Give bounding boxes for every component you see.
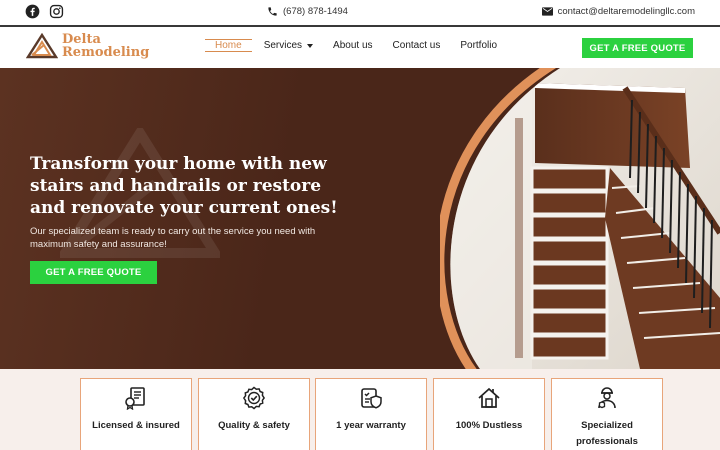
hero-subtitle: Our specialized team is ready to carry o… <box>30 226 316 250</box>
facebook-icon[interactable] <box>25 4 40 19</box>
instagram-icon[interactable] <box>49 4 64 19</box>
feature-card-warranty: 1 year warranty <box>315 378 427 450</box>
hero-title: Transform your home with new stairs and … <box>30 154 338 218</box>
nav-item-about-us[interactable]: About us <box>333 40 372 51</box>
dustless-house-icon <box>478 387 500 408</box>
phone-icon <box>268 7 277 16</box>
nav-quote-button[interactable]: GET A FREE QUOTE <box>582 38 693 58</box>
warranty-shield-icon <box>361 388 382 409</box>
email-address[interactable]: contact@deltaremodelingllc.com <box>558 6 695 17</box>
feature-label: Licensed & insured <box>92 420 180 431</box>
feature-card-professionals: Specialized professionals <box>551 378 663 450</box>
nav-item-label: Contact us <box>392 40 441 51</box>
logo-line-2: Remodeling <box>62 45 150 60</box>
nav-item-contact-us[interactable]: Contact us <box>393 40 441 51</box>
nav-menu: Home Services About us Contact us Portfo… <box>205 39 517 52</box>
social-links <box>25 4 64 19</box>
nav-item-portfolio[interactable]: Portfolio <box>460 40 497 51</box>
nav-item-services[interactable]: Services <box>263 40 314 51</box>
staircase-photo <box>440 68 720 369</box>
envelope-icon <box>541 7 553 16</box>
feature-card-quality: Quality & safety <box>198 378 310 450</box>
nav-item-label: Home <box>215 40 242 51</box>
site-logo[interactable]: Delta Remodeling <box>26 33 149 59</box>
feature-card-dustless: 100% Dustless <box>433 378 545 450</box>
nav-item-label: About us <box>333 40 373 51</box>
chevron-down-icon <box>307 43 314 48</box>
delta-logo-icon <box>26 33 58 59</box>
document-license-icon <box>125 387 145 410</box>
nav-item-label: Portfolio <box>460 40 498 51</box>
feature-label: 1 year warranty <box>336 420 406 431</box>
professional-worker-icon <box>598 387 616 409</box>
feature-label: Quality & safety <box>218 420 290 431</box>
main-navbar: Delta Remodeling Home Services About us … <box>0 27 720 68</box>
phone-contact[interactable]: (678) 878-1494 <box>267 6 348 17</box>
hero-quote-button[interactable]: GET A FREE QUOTE <box>30 261 157 284</box>
nav-item-home[interactable]: Home <box>205 39 252 52</box>
feature-label: Specialized professionals <box>576 420 638 447</box>
quality-badge-icon <box>242 386 266 410</box>
top-contact-bar: (678) 878-1494 contact@deltaremodelingll… <box>0 0 720 25</box>
feature-label: 100% Dustless <box>455 420 523 431</box>
features-strip: Licensed & insured Quality & safety 1 ye… <box>0 369 720 450</box>
hero-section: Transform your home with new stairs and … <box>0 68 720 369</box>
email-contact[interactable]: contact@deltaremodelingllc.com <box>541 6 695 17</box>
nav-item-label: Services <box>263 40 303 51</box>
feature-card-licensed: Licensed & insured <box>80 378 192 450</box>
phone-number[interactable]: (678) 878-1494 <box>283 6 348 17</box>
